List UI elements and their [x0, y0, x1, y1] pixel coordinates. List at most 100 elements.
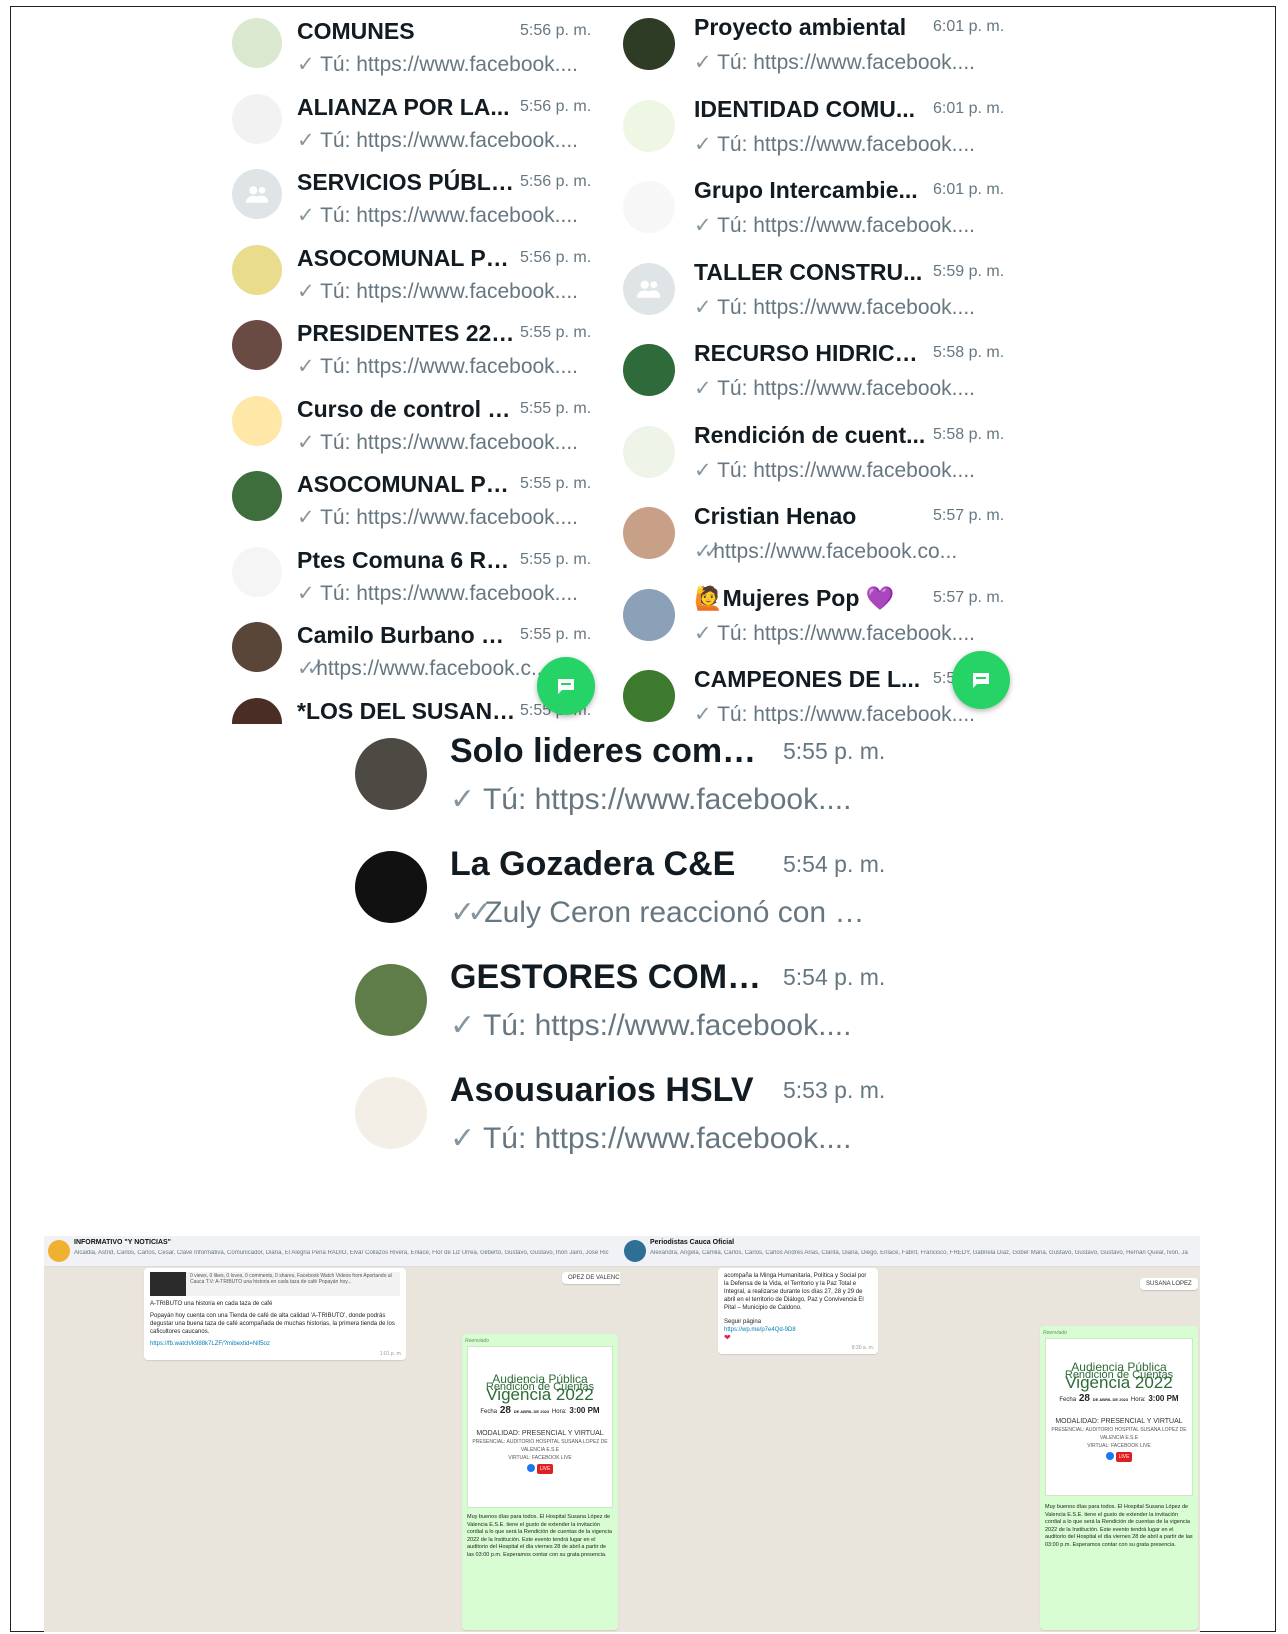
chat-preview: ✓ Tú: https://www.facebook....	[297, 279, 587, 304]
chat-row[interactable]: GESTORES COMU... 5:54 p. m. ✓ Tú: https://…	[345, 952, 905, 1065]
chat-row[interactable]: 🙋Mujeres Pop 💜 5:57 p. m. ✓ Tú: https://ww…	[620, 579, 1020, 661]
message-link[interactable]: https://wp.me/p7e4Qd-9D8	[724, 1326, 872, 1334]
chat-preview: ✓ Tú: https://www.facebook....	[694, 621, 1004, 646]
chat-list-left[interactable]: COMUNES 5:56 p. m. ✓ Tú: https://www.faceb…	[230, 10, 610, 724]
message-bubble[interactable]: acompaña la Minga Humanitaria, Política …	[718, 1268, 878, 1354]
group-name: INFORMATIVO "Y NOTICIAS"	[74, 1239, 171, 1246]
butterflies-icon[interactable]	[232, 395, 282, 446]
poster-image[interactable]: Audiencia Pública Rendición de Cuentas V…	[467, 1346, 613, 1508]
chat-row[interactable]: ASOCOMUNAL PO... 5:55 p. m. ✓ Tú: https://…	[230, 463, 610, 539]
garden-photo-icon[interactable]	[355, 964, 427, 1036]
group-photo-icon[interactable]	[232, 320, 282, 370]
chat-preview-text: Tú: https://www.facebook....	[320, 53, 579, 76]
cuidar-logo-icon[interactable]	[623, 344, 675, 396]
group-icon[interactable]	[232, 169, 282, 219]
chat-preview-text: https://www.facebook.co...	[713, 540, 958, 563]
asousuarios-logo-icon[interactable]	[355, 1077, 427, 1149]
minka-logo-icon[interactable]	[623, 181, 675, 233]
chat-preview: ✓ Tú: https://www.facebook....	[694, 213, 1004, 238]
single-check-icon: ✓	[694, 132, 718, 156]
building-photo-icon[interactable]	[623, 588, 675, 641]
poster-modality: MODALIDAD: PRESENCIAL Y VIRTUAL	[1055, 1418, 1183, 1425]
chat-row[interactable]: ALIANZA POR LA... 5:56 p. m. ✓ Tú: https:/…	[230, 86, 610, 162]
chat-row[interactable]: Curso de control ci... 5:55 p. m. ✓ Tú: ht…	[230, 388, 610, 464]
poster-date: Fecha 28 DE ABRIL DE 2023 Hora: 3:00 PM	[1046, 1394, 1192, 1404]
poster-venue: PRESENCIAL: AUDITORIO HOSPITAL SUSANA LO…	[472, 1439, 608, 1453]
chat-preview: ✓ Tú: https://www.facebook....	[694, 295, 1004, 320]
group-chat-informativo[interactable]: INFORMATIVO "Y NOTICIAS" Alcaldia, Astri…	[44, 1236, 620, 1632]
chat-name: TALLER CONSTRU...	[694, 258, 923, 285]
group-icon[interactable]	[623, 262, 675, 315]
plant-hands-icon[interactable]	[623, 18, 675, 70]
chat-time: 5:55 p. m.	[520, 475, 592, 492]
chat-preview: ✓ Tú: https://www.facebook....	[297, 505, 587, 530]
chat-name: COMUNES	[297, 18, 415, 44]
chat-time: 5:57 p. m.	[933, 507, 1005, 524]
chat-row[interactable]: Rendición de cuent... 5:58 p. m. ✓ Tú: htt…	[620, 416, 1020, 498]
chat-header[interactable]: Periodistas Cauca Oficial Alexandra, Ang…	[620, 1236, 1200, 1267]
chat-row[interactable]: Cristian Henao 5:57 p. m. ✓✓https://www.fa…	[620, 497, 1020, 579]
chat-row[interactable]: Ptes Comuna 6 RA... 5:55 p. m. ✓ Tú: https…	[230, 539, 610, 615]
chat-row[interactable]: ASOCOMUNAL PO... 5:56 p. m. ✓ Tú: https://…	[230, 237, 610, 313]
date-label: Fecha	[1059, 1397, 1077, 1403]
chat-list-right[interactable]: Proyecto ambiental 6:01 p. m. ✓ Tú: https:…	[620, 10, 1020, 724]
person-photo-icon[interactable]	[232, 622, 282, 672]
single-check-icon: ✓	[297, 355, 321, 378]
chat-preview-text: Tú: https://www.facebook....	[482, 1009, 852, 1042]
chat-name: Cristian Henao	[694, 503, 857, 529]
soccer-team-icon[interactable]	[623, 670, 675, 722]
chat-row[interactable]: Proyecto ambiental 6:01 p. m. ✓ Tú: https:…	[620, 10, 1020, 90]
single-check-icon: ✓	[297, 204, 321, 227]
group-chat-periodistas[interactable]: Periodistas Cauca Oficial Alexandra, Ang…	[620, 1236, 1200, 1632]
message-bubble[interactable]: 0 views, 0 likes, 0 loves, 0 comments, 0…	[144, 1268, 406, 1360]
chat-preview: ✓ Tú: https://www.facebook....	[297, 128, 587, 153]
chat-row[interactable]: Asousuarios HSLV 5:53 p. m. ✓ Tú: https://…	[345, 1065, 905, 1166]
meeting-photo-icon[interactable]	[232, 471, 282, 521]
message-time: 1:01 p. m.	[379, 1351, 402, 1357]
double-check-icon: ✓✓	[450, 896, 492, 929]
group-avatar-icon	[624, 1240, 646, 1262]
chat-row[interactable]: PRESIDENTES 22-26 5:55 p. m. ✓ Tú: https:/…	[230, 312, 610, 388]
single-check-icon: ✓	[450, 1122, 483, 1155]
chat-time: 6:01 p. m.	[933, 18, 1005, 35]
chat-row[interactable]: COMUNES 5:56 p. m. ✓ Tú: https://www.faceb…	[230, 10, 610, 86]
classroom-photo-icon[interactable]	[355, 738, 427, 810]
poster-image[interactable]: Audiencia Pública Rendición de Cuentas V…	[1045, 1338, 1193, 1496]
selfie-photo-icon[interactable]	[623, 507, 675, 559]
chat-row[interactable]: Grupo Intercambie... 6:01 p. m. ✓ Tú: http…	[620, 171, 1020, 253]
follow-page[interactable]: Seguir página	[724, 1318, 872, 1326]
message-link[interactable]: https://fb.watch/k988k7LZF/?mibextid=Nif…	[150, 1340, 400, 1348]
la-gozadera-logo-icon[interactable]	[355, 851, 427, 923]
chat-row[interactable]: RECURSO HIDRICO... 5:58 p. m. ✓ Tú: https:…	[620, 334, 1020, 416]
chat-name: Rendición de cuent...	[694, 421, 926, 448]
chat-time: 5:56 p. m.	[520, 248, 592, 266]
chat-row[interactable]: La Gozadera C&E 5:54 p. m. ✓✓Zuly Ceron re…	[345, 839, 905, 952]
chat-name: PRESIDENTES 22-26	[297, 320, 519, 346]
chat-header[interactable]: INFORMATIVO "Y NOTICIAS" Alcaldia, Astri…	[44, 1236, 620, 1267]
new-chat-button-right[interactable]	[952, 651, 1010, 709]
chat-row[interactable]: TALLER CONSTRU... 5:59 p. m. ✓ Tú: https:/…	[620, 253, 1020, 335]
alianza-logo-icon[interactable]	[232, 93, 282, 144]
link-preview[interactable]: 0 views, 0 likes, 0 loves, 0 comments, 0…	[150, 1272, 400, 1296]
chat-preview-text: Tú: https://www.facebook....	[482, 783, 852, 816]
chat-row[interactable]: SERVICIOS PÚBLIC... 5:56 p. m. ✓ Tú: https…	[230, 161, 610, 237]
poster-icon[interactable]	[623, 425, 675, 478]
chat-name: *LOS DEL SUSANA...	[297, 697, 519, 724]
forwarded-poster-message[interactable]: Reenviado Audiencia Pública Rendición de…	[462, 1334, 618, 1630]
group-photo-icon[interactable]	[232, 697, 282, 724]
chat-preview-text: https://www.facebook.c...	[316, 657, 549, 680]
chat-list-zoomed[interactable]: Solo lideres comu... 5:55 p. m. ✓ Tú: http…	[345, 726, 905, 1166]
single-check-icon: ✓	[694, 214, 718, 237]
rafco-logo-icon[interactable]	[232, 546, 282, 597]
chat-row[interactable]: IDENTIDAD COMU... 6:01 p. m. ✓ Tú: https:/…	[620, 90, 1020, 172]
identidad-logo-icon[interactable]	[623, 99, 675, 152]
flyer-icon[interactable]	[232, 244, 282, 295]
chat-name: Ptes Comuna 6 RA...	[297, 546, 519, 573]
chat-name: La Gozadera C&E	[450, 845, 736, 883]
forwarded-poster-message[interactable]: Reenviado Audiencia Pública Rendición de…	[1040, 1326, 1198, 1630]
date-month: DE ABRIL DE 2023	[513, 1409, 550, 1414]
new-chat-button[interactable]	[537, 657, 595, 715]
comunes-logo-icon[interactable]	[232, 18, 282, 68]
chat-row[interactable]: Solo lideres comu... 5:55 p. m. ✓ Tú: http…	[345, 726, 905, 839]
chat-preview-text: Tú: https://www.facebook....	[717, 621, 976, 645]
